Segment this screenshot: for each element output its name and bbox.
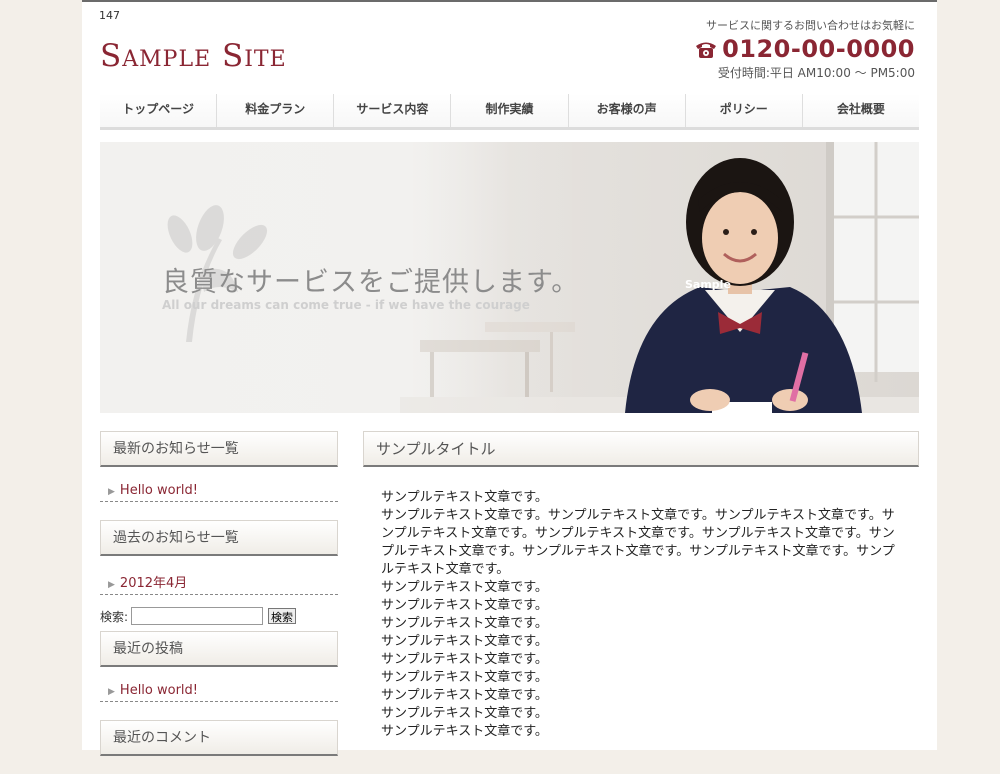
recent-posts-widget: 最近の投稿 ▶ Hello world! bbox=[100, 631, 338, 702]
nav-item-testimonials[interactable]: お客様の声 bbox=[568, 94, 686, 127]
text-line: サンプルテキスト文章です。 bbox=[381, 598, 548, 613]
page-id: 147 bbox=[99, 9, 120, 22]
page-container: 147 Sample Site サービスに関するお問い合わせはお気軽に 0120… bbox=[82, 0, 937, 756]
contact-note: サービスに関するお問い合わせはお気軽に bbox=[706, 19, 915, 32]
nav-item-company[interactable]: 会社概要 bbox=[802, 94, 919, 127]
archive-list: ▶ 2012年4月 bbox=[100, 566, 338, 595]
archive-item[interactable]: ▶ 2012年4月 bbox=[100, 566, 338, 595]
main-title: サンプルタイトル bbox=[363, 431, 919, 467]
main-text: サンプルテキスト文章です。 サンプルテキスト文章です。サンプルテキスト文章です。… bbox=[381, 489, 905, 741]
hero-subline: All our dreams can come true - if we hav… bbox=[162, 298, 530, 312]
text-line: サンプルテキスト文章です。 bbox=[381, 616, 548, 631]
triangle-right-icon: ▶ bbox=[108, 580, 115, 590]
archive-widget: 過去のお知らせ一覧 ▶ 2012年4月 bbox=[100, 520, 338, 595]
recent-comments-widget: 最近のコメント bbox=[100, 720, 338, 756]
main-content: サンプルタイトル サンプルテキスト文章です。 サンプルテキスト文章です。サンプル… bbox=[363, 431, 919, 741]
text-line: ルテキスト文章です。 bbox=[381, 562, 510, 577]
contact-block: サービスに関するお問い合わせはお気軽に 0120-00-0000 受付時間:平日… bbox=[694, 17, 915, 81]
phone-number[interactable]: 0120-00-0000 bbox=[722, 35, 915, 63]
text-line: プルテキスト文章です。サンプルテキスト文章です。サンプルテキスト文章です。サンプ bbox=[381, 544, 895, 559]
nav-item-policy[interactable]: ポリシー bbox=[685, 94, 803, 127]
archive-widget-title: 過去のお知らせ一覧 bbox=[100, 520, 338, 556]
hero-watermark: Sample bbox=[685, 278, 731, 291]
search-button[interactable]: 検索 bbox=[268, 608, 297, 624]
triangle-right-icon: ▶ bbox=[108, 687, 115, 697]
news-widget: 最新のお知らせ一覧 ▶ Hello world! bbox=[100, 431, 338, 502]
text-line: サンプルテキスト文章です。 bbox=[381, 634, 548, 649]
sidebar: 最新のお知らせ一覧 ▶ Hello world! 過去のお知らせ一覧 ▶ 2012年… bbox=[100, 431, 338, 774]
global-nav: トップページ 料金プラン サービス内容 制作実績 お客様の声 ポリシー 会社概要 bbox=[100, 94, 919, 130]
triangle-right-icon: ▶ bbox=[108, 487, 115, 497]
text-line: サンプルテキスト文章です。 bbox=[381, 652, 548, 667]
hero-headline: 良質なサービスをご提供します。 bbox=[162, 267, 580, 298]
nav-item-top[interactable]: トップページ bbox=[100, 94, 218, 127]
text-line: サンプルテキスト文章です。 bbox=[381, 706, 548, 721]
news-item-label[interactable]: Hello world! bbox=[120, 483, 198, 498]
recent-posts-list: ▶ Hello world! bbox=[100, 677, 338, 702]
news-item[interactable]: ▶ Hello world! bbox=[100, 477, 338, 502]
search-input[interactable] bbox=[131, 607, 264, 625]
nav-item-services[interactable]: サービス内容 bbox=[334, 94, 452, 127]
nav-item-pricing[interactable]: 料金プラン bbox=[217, 94, 335, 127]
recent-post-label[interactable]: Hello world! bbox=[120, 683, 198, 698]
recent-comments-title: 最近のコメント bbox=[100, 720, 338, 756]
text-line: サンプルテキスト文章です。サンプルテキスト文章です。サンプルテキスト文章です。サ bbox=[381, 508, 895, 523]
text-line: サンプルテキスト文章です。 bbox=[381, 490, 548, 505]
recent-post-item[interactable]: ▶ Hello world! bbox=[100, 677, 338, 702]
business-hours: 受付時間:平日 AM10:00 〜 PM5:00 bbox=[717, 66, 915, 80]
nav-item-works[interactable]: 制作実績 bbox=[451, 94, 569, 127]
recent-posts-title: 最近の投稿 bbox=[100, 631, 338, 667]
search-widget: 検索: 検索 bbox=[100, 607, 338, 625]
news-widget-title: 最新のお知らせ一覧 bbox=[100, 431, 338, 467]
text-line: サンプルテキスト文章です。 bbox=[381, 670, 548, 685]
archive-item-label[interactable]: 2012年4月 bbox=[120, 576, 187, 591]
text-line: サンプルテキスト文章です。 bbox=[381, 724, 548, 739]
text-line: ンプルテキスト文章です。サンプルテキスト文章です。サンプルテキスト文章です。サン bbox=[381, 526, 895, 541]
text-line: サンプルテキスト文章です。 bbox=[381, 580, 548, 595]
text-line: サンプルテキスト文章です。 bbox=[381, 688, 548, 703]
news-list: ▶ Hello world! bbox=[100, 477, 338, 502]
hero-banner: 良質なサービスをご提供します。 All our dreams can come … bbox=[100, 142, 919, 413]
phone-row: 0120-00-0000 bbox=[694, 35, 915, 63]
phone-icon bbox=[696, 42, 717, 58]
site-logo[interactable]: Sample Site bbox=[100, 38, 287, 74]
search-label: 検索: bbox=[100, 609, 129, 624]
